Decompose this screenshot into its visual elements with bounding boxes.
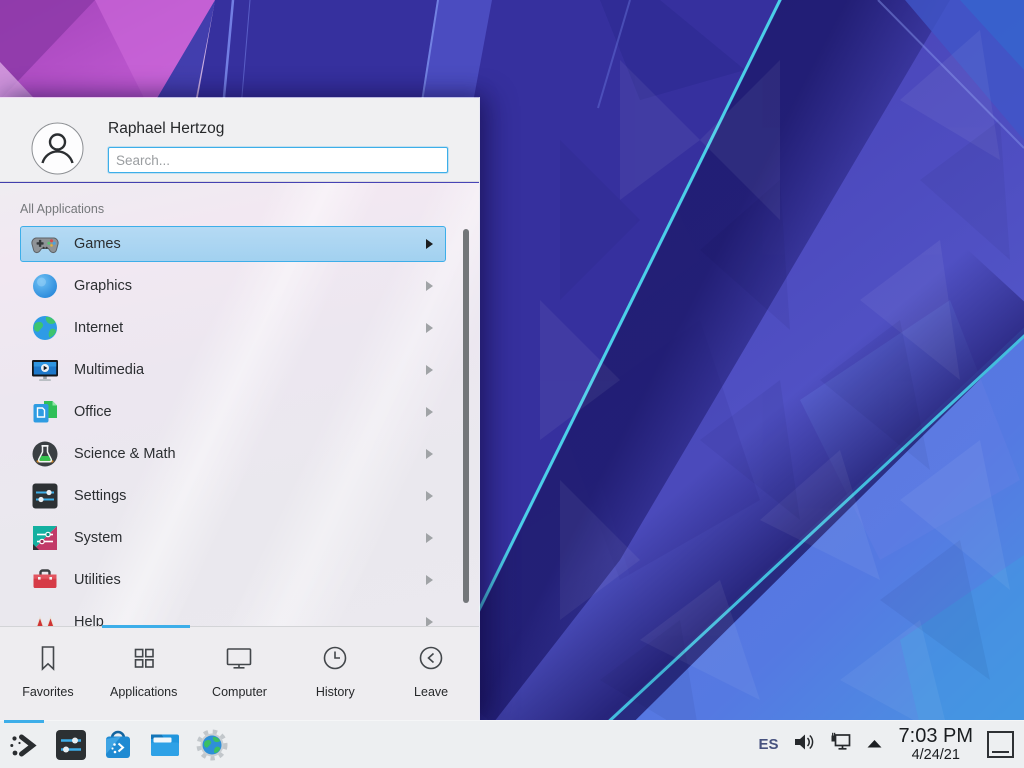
bookmark-icon [33,643,63,678]
discover-icon [101,728,135,762]
category-internet[interactable]: Internet [20,310,446,346]
chevron-right-icon [425,407,433,417]
tab-computer[interactable]: Computer [192,627,288,721]
category-multimedia[interactable]: Multimedia [20,352,446,388]
user-avatar[interactable] [31,122,84,175]
kde-logo-icon [7,728,41,762]
category-science-math[interactable]: Science & Math [20,436,446,472]
keyboard-layout-indicator[interactable]: ES [759,736,779,753]
category-label: Multimedia [74,362,144,378]
desktop: Raphael Hertzog All Applications Games [0,0,1024,768]
system-settings-launcher[interactable] [54,728,88,762]
internet-icon [31,314,59,342]
search-input[interactable] [108,147,448,173]
chevron-right-icon [425,281,433,291]
category-games[interactable]: Games [20,226,446,262]
taskbar-launchers [7,721,229,768]
utilities-icon [31,566,59,594]
clock-date: 4/24/21 [899,747,973,763]
application-launcher-menu: Raphael Hertzog All Applications Games [0,97,480,720]
chevron-right-icon [425,449,433,459]
chevron-right-icon [425,365,433,375]
tab-history[interactable]: History [287,627,383,721]
games-icon [31,230,59,258]
network-button[interactable] [828,729,854,760]
file-manager-launcher[interactable] [148,728,182,762]
web-browser-launcher[interactable] [195,728,229,762]
monitor-icon [224,643,254,678]
chevron-right-icon [425,239,433,249]
list-scrollbar[interactable] [463,229,469,603]
tab-applications[interactable]: Applications [96,627,192,721]
category-label: Graphics [74,278,132,294]
tab-favorites[interactable]: Favorites [0,627,96,721]
folder-icon [148,728,182,762]
show-desktop-button[interactable] [987,731,1014,758]
graphics-icon [31,272,59,300]
help-icon [31,608,59,626]
network-icon [828,729,854,760]
active-tab-indicator [102,625,190,628]
tab-leave[interactable]: Leave [383,627,479,721]
digital-clock[interactable]: 7:03 PM 4/24/21 [899,726,973,763]
volume-button[interactable] [792,730,816,759]
system-settings-icon [54,728,88,762]
category-list: Games Graphics [20,226,446,626]
leave-icon [416,643,446,678]
category-settings[interactable]: Settings [20,478,446,514]
applications-view: All Applications Games [0,183,479,626]
category-utilities[interactable]: Utilities [20,562,446,598]
caret-up-icon [866,736,883,754]
section-label: All Applications [20,202,104,216]
category-label: Settings [74,488,126,504]
clock-icon [320,643,350,678]
grid-icon [129,643,159,678]
category-graphics[interactable]: Graphics [20,268,446,304]
chevron-right-icon [425,617,433,626]
expand-tray-button[interactable] [866,736,883,754]
application-launcher-button[interactable] [7,728,41,762]
category-help[interactable]: Help [20,604,446,626]
category-label: Office [74,404,112,420]
science-icon [31,440,59,468]
taskbar-panel: ES [0,720,1024,768]
chevron-right-icon [425,575,433,585]
tab-label: Computer [212,685,267,699]
category-system[interactable]: System [20,520,446,556]
category-label: Help [74,614,104,626]
category-label: System [74,530,122,546]
clock-time: 7:03 PM [899,726,973,747]
chevron-right-icon [425,491,433,501]
system-tray: ES [759,721,1019,768]
office-icon [31,398,59,426]
category-label: Utilities [74,572,121,588]
multimedia-icon [31,356,59,384]
chevron-right-icon [425,533,433,543]
user-name: Raphael Hertzog [108,120,224,138]
discover-launcher[interactable] [101,728,135,762]
launcher-header: Raphael Hertzog [0,98,479,182]
category-label: Science & Math [74,446,176,462]
globe-gear-icon [195,728,229,762]
launcher-tab-bar: Favorites Applications Computer [0,626,479,721]
tab-label: Leave [414,685,448,699]
category-label: Games [74,236,121,252]
category-office[interactable]: Office [20,394,446,430]
volume-icon [792,730,816,759]
tab-label: Favorites [22,685,73,699]
chevron-right-icon [425,323,433,333]
tab-label: Applications [110,685,177,699]
system-icon [31,524,59,552]
category-label: Internet [74,320,123,336]
settings-icon [31,482,59,510]
tab-label: History [316,685,355,699]
